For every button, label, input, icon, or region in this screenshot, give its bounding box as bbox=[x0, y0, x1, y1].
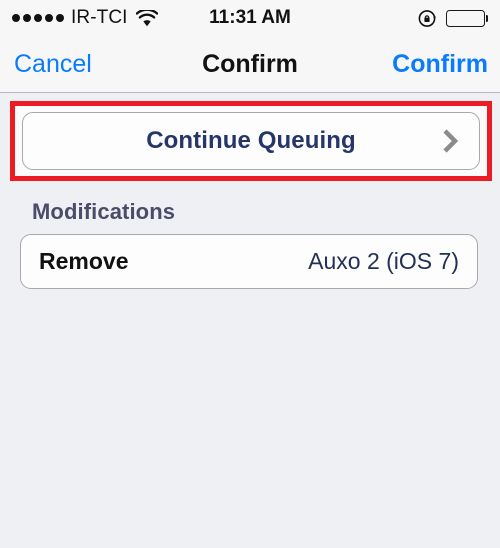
main-content: Continue Queuing Modifications Remove Au… bbox=[0, 93, 500, 548]
modification-action-label: Remove bbox=[39, 248, 129, 274]
continue-queuing-label: Continue Queuing bbox=[146, 127, 356, 154]
signal-dot bbox=[23, 14, 31, 22]
confirm-button[interactable]: Confirm bbox=[392, 50, 488, 79]
section-header-modifications: Modifications bbox=[32, 199, 176, 224]
signal-strength-dots bbox=[12, 14, 64, 22]
table-row[interactable]: Remove Auxo 2 (iOS 7) bbox=[20, 234, 478, 289]
status-bar-left: IR-TCI bbox=[12, 7, 158, 29]
status-bar-right bbox=[418, 9, 488, 28]
signal-dot bbox=[12, 14, 20, 22]
wifi-icon bbox=[135, 8, 158, 27]
continue-queuing-button[interactable]: Continue Queuing bbox=[22, 112, 480, 170]
modification-package-name: Auxo 2 (iOS 7) bbox=[308, 248, 459, 274]
battery-icon bbox=[445, 9, 488, 27]
signal-dot bbox=[34, 14, 42, 22]
highlight-annotation-box: Continue Queuing bbox=[10, 101, 492, 181]
battery-cap bbox=[485, 14, 488, 22]
carrier-name: IR-TCI bbox=[71, 7, 128, 28]
rotation-lock-icon bbox=[418, 9, 437, 28]
navigation-bar: Cancel Confirm Confirm bbox=[0, 36, 500, 93]
chevron-right-icon bbox=[442, 128, 459, 154]
signal-dot bbox=[56, 14, 64, 22]
status-bar: IR-TCI 11:31 AM bbox=[0, 0, 500, 36]
battery-body bbox=[445, 9, 485, 27]
clock: 11:31 AM bbox=[209, 7, 291, 28]
signal-dot bbox=[45, 14, 53, 22]
